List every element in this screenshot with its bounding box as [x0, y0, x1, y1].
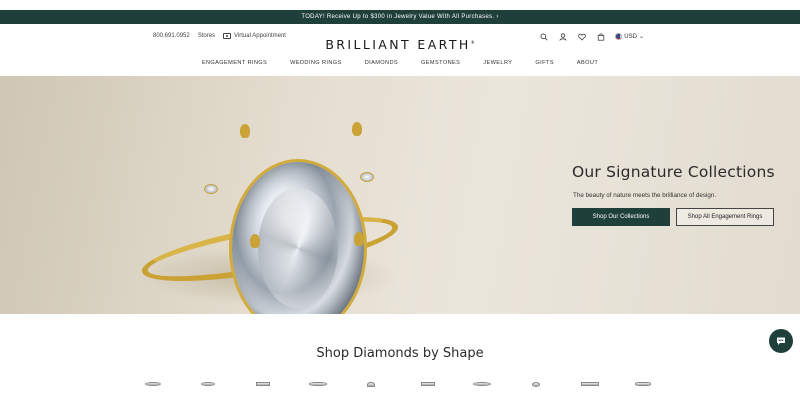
main-navigation: ENGAGEMENT RINGS WEDDING RINGS DIAMONDS … — [0, 60, 800, 66]
side-stone-right — [360, 172, 374, 182]
nav-diamonds[interactable]: DIAMONDS — [365, 60, 398, 66]
nav-jewelry[interactable]: JEWELRY — [483, 60, 512, 66]
currency-selector[interactable]: USD ⌄ — [615, 33, 644, 40]
diamond-shape-icon[interactable] — [201, 382, 215, 386]
logo-text: BRILLIANT EARTH — [325, 37, 471, 52]
diamond-shape-icon[interactable] — [421, 382, 435, 386]
brand-logo[interactable]: BRILLIANT EARTH® — [0, 37, 800, 52]
shop-engagement-rings-button[interactable]: Shop All Engagement Rings — [676, 208, 774, 226]
shop-collections-button[interactable]: Shop Our Collections — [572, 208, 670, 226]
hero-banner: Our Signature Collections The beauty of … — [0, 76, 800, 314]
chevron-down-icon: ⌄ — [638, 34, 644, 40]
diamond-shape-icon[interactable] — [367, 381, 375, 387]
heart-icon[interactable] — [577, 32, 586, 41]
site-header: 800.691.0952 Stores Virtual Appointment … — [0, 24, 800, 76]
nav-engagement-rings[interactable]: ENGAGEMENT RINGS — [202, 60, 267, 66]
nav-wedding-rings[interactable]: WEDDING RINGS — [290, 60, 342, 66]
diamond-shapes-row — [145, 381, 655, 389]
nav-about[interactable]: ABOUT — [577, 60, 598, 66]
diamond-shape-icon[interactable] — [473, 382, 491, 386]
ring-prong — [250, 234, 260, 248]
diamond-shape-icon[interactable] — [309, 382, 327, 386]
chat-icon — [777, 337, 785, 345]
user-icon[interactable] — [558, 32, 567, 41]
diamond-shape-icon[interactable] — [256, 382, 270, 386]
diamond-shape-icon[interactable] — [635, 382, 651, 386]
nav-gemstones[interactable]: GEMSTONES — [421, 60, 460, 66]
search-icon[interactable] — [539, 32, 548, 41]
nav-gifts[interactable]: GIFTS — [535, 60, 553, 66]
side-stone-left — [204, 184, 218, 194]
ring-prong — [352, 122, 362, 136]
bag-icon[interactable] — [596, 32, 605, 41]
diamond-shape-icon[interactable] — [581, 382, 599, 386]
diamond-shape-icon[interactable] — [145, 382, 161, 386]
promo-banner[interactable]: TODAY! Receive Up to $300 in Jewelry Val… — [0, 10, 800, 24]
logo-registered-mark: ® — [470, 39, 475, 45]
hero-subtitle: The beauty of nature meets the brillianc… — [573, 192, 717, 199]
chat-button[interactable] — [769, 329, 793, 353]
hero-title: Our Signature Collections — [572, 163, 775, 181]
currency-label: USD — [624, 33, 637, 40]
header-utility-right: USD ⌄ — [539, 32, 644, 41]
ring-prong — [354, 232, 364, 246]
us-flag-icon — [615, 33, 623, 40]
shop-by-shape-heading: Shop Diamonds by Shape — [316, 346, 484, 361]
diamond-shape-icon[interactable] — [532, 381, 540, 387]
ring-prong — [240, 124, 250, 138]
promo-text[interactable]: TODAY! Receive Up to $300 in Jewelry Val… — [301, 14, 498, 20]
